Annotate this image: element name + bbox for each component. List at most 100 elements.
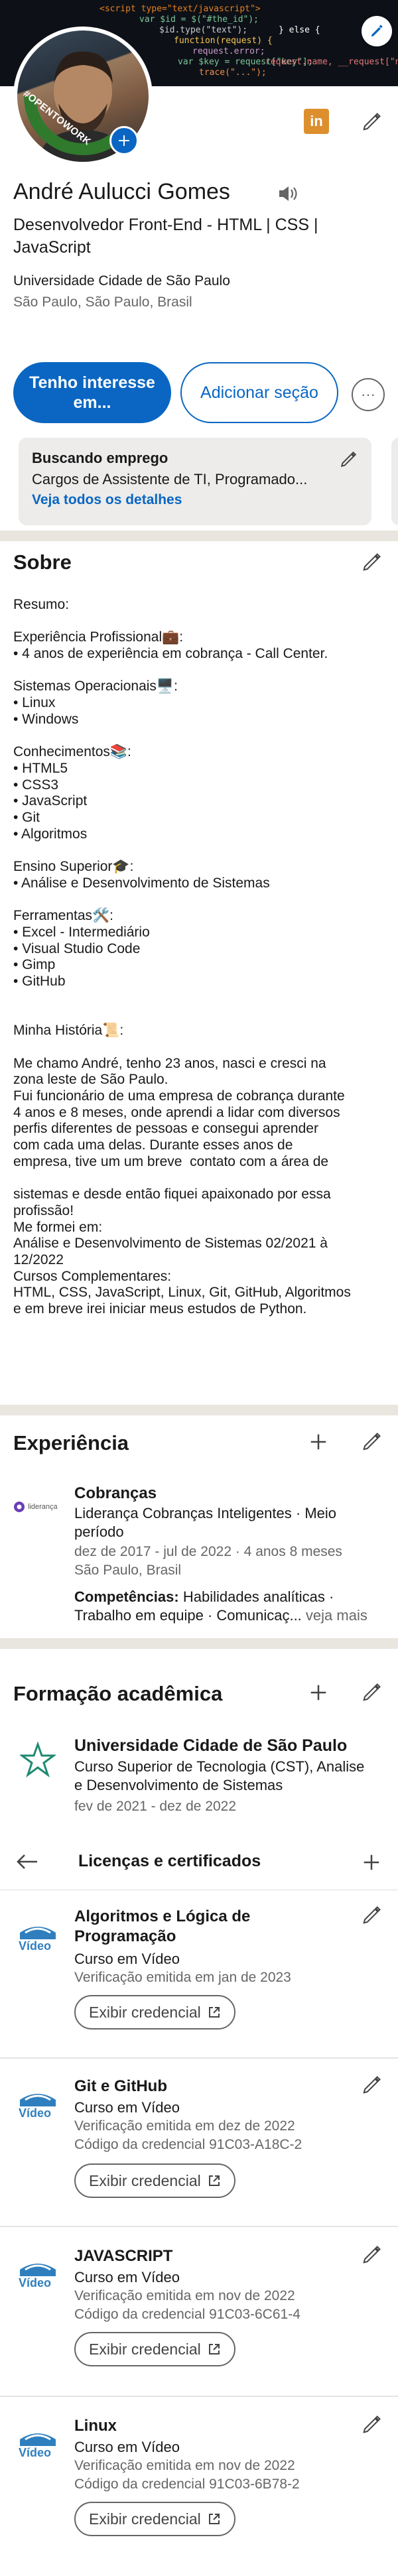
edit-cert-button[interactable] [360,1903,383,1927]
add-section-button[interactable]: Adicionar seção [180,362,338,423]
banner-code-line: request.error; [192,46,265,56]
open-to-button[interactable]: Tenho interesse em... [13,362,171,423]
about-line: HTML, CSS, JavaScript, Linux, Git, GitHu… [13,1285,351,1301]
add-experience-button[interactable] [306,1430,330,1454]
cert-issuer: Curso em Vídeo [74,1951,180,1967]
cert-title: Algoritmos e Lógica de [74,1907,251,1925]
pencil-icon [363,2415,381,2433]
external-link-icon [208,2007,220,2018]
company-logo[interactable]: liderança [13,1492,68,1521]
add-license-button[interactable] [360,1850,383,1874]
name-pronunciation-button[interactable] [277,184,298,206]
edit-education-button[interactable] [360,1681,383,1705]
otw-card-title: Buscando emprego [32,450,168,466]
external-link-icon [208,2514,220,2524]
education-dates: fev de 2021 - dez de 2022 [74,1799,237,1814]
cert-divider [0,2396,398,2397]
cert-issued: Verificação emitida em jan de 2023 [74,1970,291,1985]
cert-title-cont: Programação [74,1927,176,1945]
plus-icon [364,1854,379,1870]
about-line: • CSS3 [13,777,59,793]
about-line: Resumo: [13,597,70,612]
linkedin-badge[interactable]: in [304,109,329,134]
show-credential-button[interactable]: Exibir credencial [74,1995,235,2029]
pencil-icon [363,1433,381,1450]
logo-caption: Vídeo [19,2276,52,2289]
edit-cert-button[interactable] [360,2073,383,2097]
pencil-icon [363,2076,381,2094]
banner-code-line: $id.type("text"); [159,25,248,35]
more-actions-button[interactable]: ··· [352,378,385,411]
pencil-icon [371,25,383,37]
cert-issuer-logo[interactable]: Vídeo [16,2252,60,2292]
plus-icon [310,1434,326,1450]
about-line [13,663,385,679]
cert-divider [0,2226,398,2227]
cert-credential-id: Código da credencial 91C03-6C61-4 [74,2307,300,2322]
carousel-next-card[interactable] [391,438,398,525]
experience-skills: Competências: Habilidades analíticas · [74,1588,386,1606]
edit-cert-button[interactable] [360,2243,383,2267]
cert-issuer: Curso em Vídeo [74,2099,180,2116]
cert-issued: Verificação emitida em dez de 2022 [74,2118,295,2134]
plus-icon [310,1685,326,1701]
cert-issuer-logo[interactable]: Vídeo [16,2422,60,2462]
otw-see-details-link[interactable]: Veja todos os detalhes [32,492,358,508]
logo-caption: Vídeo [19,1939,52,1953]
edit-intro-button[interactable] [358,109,385,135]
cert-divider [0,2057,398,2059]
show-credential-button[interactable]: Exibir credencial [74,2502,235,2536]
about-line [13,728,385,745]
logo-caption: Vídeo [19,2446,52,2459]
about-line: Cursos Complementares: [13,1268,172,1284]
edit-cert-button[interactable] [360,2413,383,2437]
show-credential-label: Exibir credencial [89,2340,201,2358]
banner-code-line: } else { [279,25,320,35]
pencil-icon [363,2246,381,2264]
about-line: • Visual Studio Code [13,940,141,956]
banner-code-line: trace("..."); [199,68,267,78]
edit-experience-button[interactable] [360,1430,383,1454]
skills-text: Habilidades analíticas · [182,1588,334,1605]
section-divider [0,1638,398,1649]
about-line: Análise e Desenvolvimento de Sistemas 02… [13,1236,328,1252]
cert-issuer: Curso em Vídeo [74,2269,180,2286]
add-education-button[interactable] [306,1681,330,1705]
banner-edit-button[interactable] [362,16,392,46]
cert-issuer-logo[interactable]: Vídeo [16,2083,60,2122]
pencil-icon [363,1906,381,1924]
cert-issued: Verificação emitida em nov de 2022 [74,2458,295,2473]
see-more-link[interactable]: veja mais [306,1607,367,1624]
cert-title: Git e GitHub [74,2077,167,2095]
education-title: Formação acadêmica [13,1682,223,1705]
open-to-work-card[interactable]: Buscando emprego Cargos de Assistente de… [19,438,371,525]
company-logo-text: liderança [28,1503,58,1511]
about-line: • Excel - Intermediário [13,924,150,940]
show-credential-button[interactable]: Exibir credencial [74,2163,235,2198]
otw-edit-button[interactable] [340,451,357,472]
about-line: com cada uma delas. Durante esses anos d… [13,1137,293,1153]
cert-issuer-logo[interactable]: Vídeo [16,1915,60,1955]
logo-caption: Vídeo [19,2106,52,2120]
about-line: Me formei em: [13,1219,103,1235]
profile-headline: Desenvolvedor Front-End - HTML | CSS | J… [13,216,318,257]
cert-title: Linux [74,2417,117,2435]
about-line: • JavaScript [13,793,88,809]
show-credential-button[interactable]: Exibir credencial [74,2332,235,2366]
cert-issued: Verificação emitida em nov de 2022 [74,2288,295,2303]
school-logo[interactable] [19,1741,57,1781]
about-line: 12/2022 [13,1252,64,1267]
edit-about-button[interactable] [360,550,383,574]
banner-code-line: var $id = $("#the_id"); [139,15,259,25]
skills-text-cont: Trabalho em equipe · Comunicaç... [74,1607,302,1624]
about-line: Ferramentas🛠️: [13,908,114,924]
profile-education: Universidade Cidade de São Paulo [13,273,230,289]
education-degree: Curso Superior de Tecnologia (CST), Anal… [74,1758,365,1775]
pencil-icon [363,553,381,571]
cert-issuer: Curso em Vídeo [74,2439,180,2455]
cert-title: JAVASCRIPT [74,2247,173,2265]
add-photo-button[interactable] [109,126,139,155]
experience-dates: dez de 2017 - jul de 2022 · 4 anos 8 mes… [74,1544,342,1559]
about-line: e em breve irei iniciar meus estudos de … [13,1301,307,1317]
back-button[interactable] [15,1852,38,1876]
